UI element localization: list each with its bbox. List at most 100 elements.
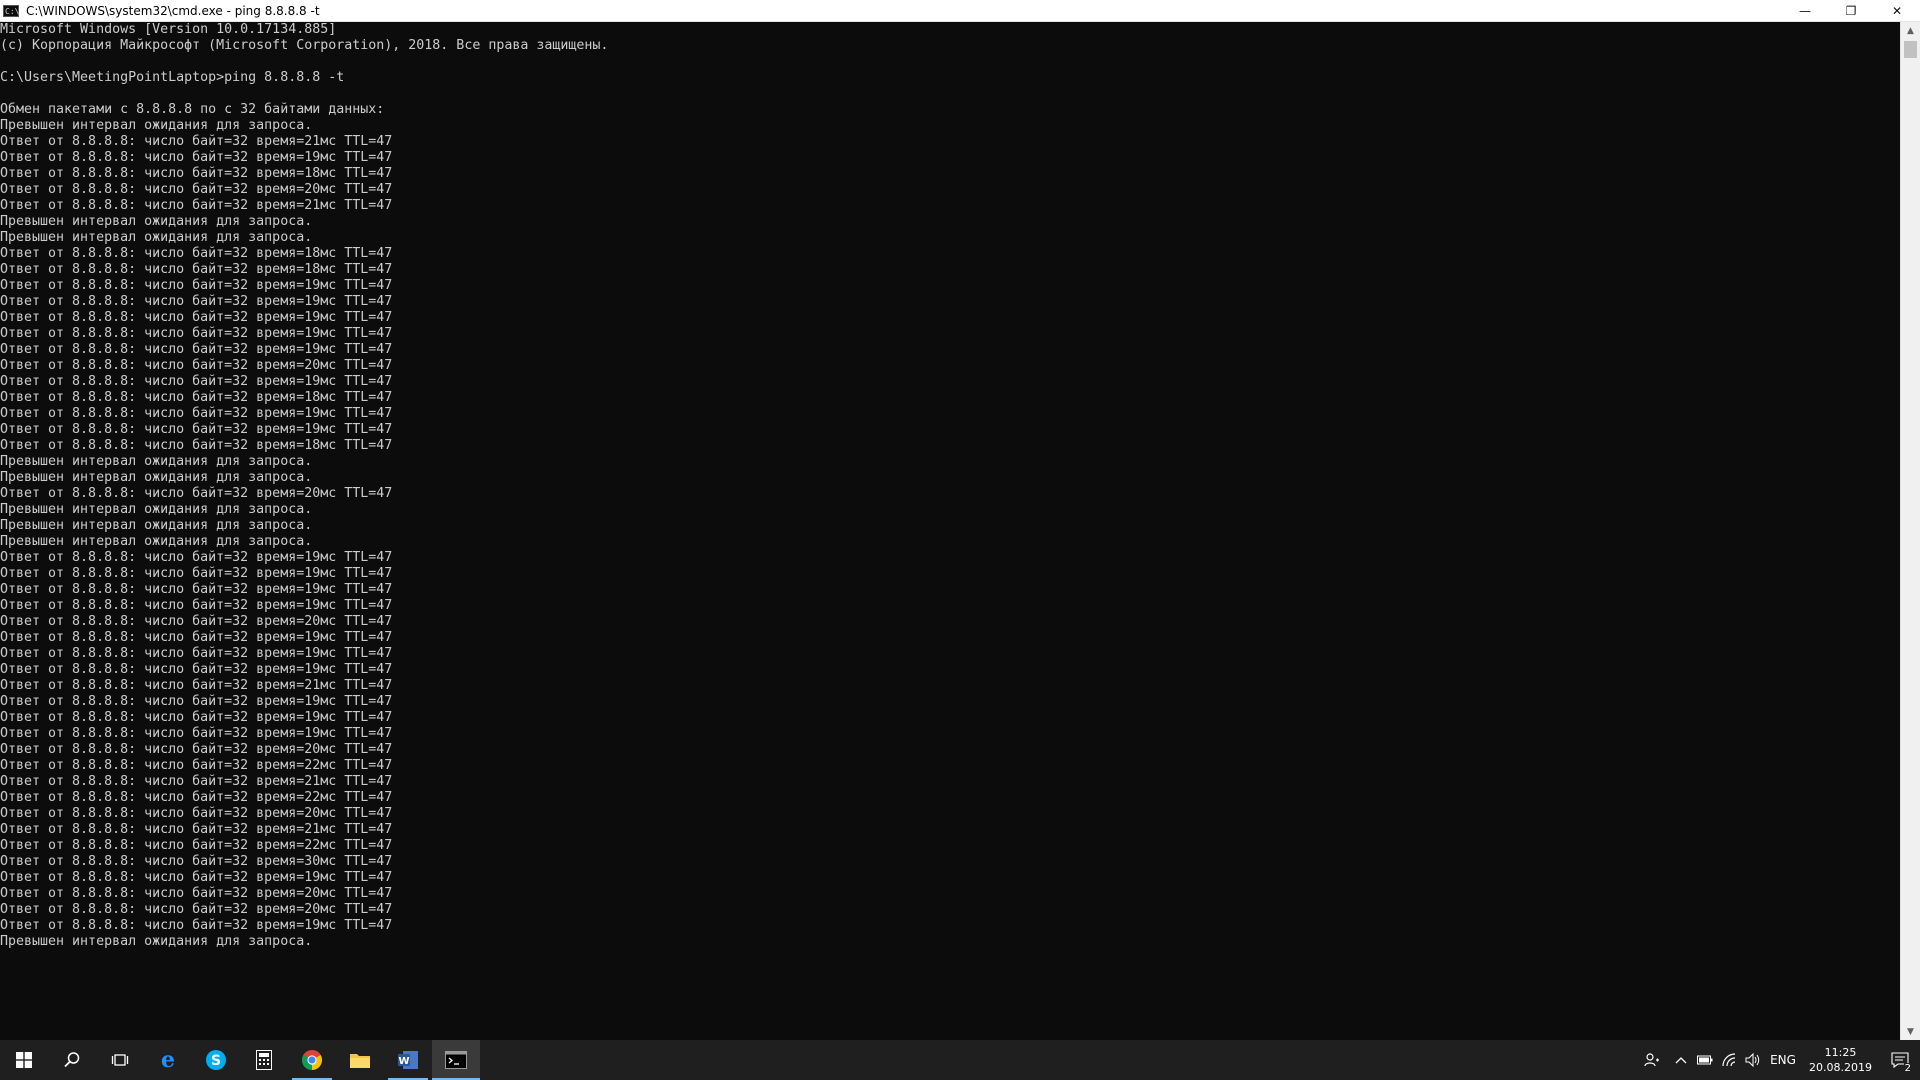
console-line: Превышен интервал ожидания для запроса. [0,230,313,245]
svg-text:e: e [161,1049,175,1071]
console-line: Ответ от 8.8.8.8: число байт=32 время=18… [0,166,393,181]
cmd-icon [445,1051,467,1069]
console-line: Ответ от 8.8.8.8: число байт=32 время=20… [0,614,393,629]
clock[interactable]: 11:25 20.08.2019 [1801,1040,1880,1080]
console-line: Ответ от 8.8.8.8: число байт=32 время=19… [0,870,393,885]
console-line: Ответ от 8.8.8.8: число байт=32 время=19… [0,374,393,389]
volume-button[interactable] [1741,1040,1765,1080]
edge-icon: e [161,1049,175,1071]
console-line: Ответ от 8.8.8.8: число байт=32 время=19… [0,422,393,437]
skype-button[interactable]: S [192,1040,240,1080]
vertical-scrollbar[interactable]: ▲ ▼ [1900,22,1920,1040]
search-icon [64,1052,80,1068]
notification-count-badge: 2 [1903,1063,1912,1074]
console-line: Ответ от 8.8.8.8: число байт=32 время=19… [0,630,393,645]
console-line: Ответ от 8.8.8.8: число байт=32 время=21… [0,678,393,693]
file-explorer-button[interactable] [336,1040,384,1080]
console-line: (c) Корпорация Майкрософт (Microsoft Cor… [0,38,609,53]
console-line: Ответ от 8.8.8.8: число байт=32 время=19… [0,294,393,309]
language-indicator[interactable]: ENG [1765,1040,1801,1080]
console-line: Обмен пакетами с 8.8.8.8 по с 32 байтами… [0,102,385,117]
console-line: Ответ от 8.8.8.8: число байт=32 время=19… [0,726,393,741]
console-line: Ответ от 8.8.8.8: число байт=32 время=21… [0,822,393,837]
scroll-up-arrow-icon[interactable]: ▲ [1901,22,1920,39]
console-line: Ответ от 8.8.8.8: число байт=32 время=19… [0,918,393,933]
word-button[interactable]: W [384,1040,432,1080]
console-line: Превышен интервал ожидания для запроса. [0,454,313,469]
maximize-button[interactable]: ❐ [1828,0,1874,22]
console-line: Ответ от 8.8.8.8: число байт=32 время=19… [0,582,393,597]
calculator-icon [256,1050,272,1070]
console-line: Ответ от 8.8.8.8: число байт=32 время=19… [0,342,393,357]
console-line: Ответ от 8.8.8.8: число байт=32 время=19… [0,310,393,325]
console-line: Ответ от 8.8.8.8: число байт=32 время=19… [0,710,393,725]
console-line: Ответ от 8.8.8.8: число байт=32 время=30… [0,854,393,869]
close-button[interactable]: ✕ [1874,0,1920,22]
console-line: Ответ от 8.8.8.8: число байт=32 время=20… [0,358,393,373]
network-button[interactable] [1717,1040,1741,1080]
chrome-icon [302,1050,322,1070]
skype-icon: S [206,1050,226,1070]
console-line: Превышен интервал ожидания для запроса. [0,118,313,133]
cmd-button[interactable] [432,1040,480,1080]
console-line: Ответ от 8.8.8.8: число байт=32 время=22… [0,790,393,805]
calculator-button[interactable] [240,1040,288,1080]
console-line: Ответ от 8.8.8.8: число байт=32 время=18… [0,246,393,261]
console-line: Microsoft Windows [Version 10.0.17134.88… [0,22,337,37]
console-line: Ответ от 8.8.8.8: число байт=32 время=19… [0,598,393,613]
console-line: Ответ от 8.8.8.8: число байт=32 время=20… [0,742,393,757]
cmd-app-icon[interactable]: C:\ [3,4,19,17]
task-view-icon [111,1054,129,1066]
search-button[interactable] [48,1040,96,1080]
windows-logo-icon [16,1052,32,1068]
console-line: Ответ от 8.8.8.8: число байт=32 время=20… [0,886,393,901]
console-line: Ответ от 8.8.8.8: число байт=32 время=19… [0,662,393,677]
word-icon: W [398,1051,418,1069]
console-line: Ответ от 8.8.8.8: число байт=32 время=20… [0,182,393,197]
scrollbar-thumb[interactable] [1904,41,1917,58]
console-line: Ответ от 8.8.8.8: число байт=32 время=21… [0,774,393,789]
console-line: Ответ от 8.8.8.8: число байт=32 время=22… [0,758,393,773]
edge-button[interactable]: e [144,1040,192,1080]
console-line: Ответ от 8.8.8.8: число байт=32 время=19… [0,406,393,421]
console-line: Ответ от 8.8.8.8: число байт=32 время=20… [0,806,393,821]
console-line: Превышен интервал ожидания для запроса. [0,470,313,485]
clock-time: 11:25 [1824,1046,1857,1059]
battery-button[interactable] [1693,1040,1717,1080]
show-hidden-icons-button[interactable] [1669,1040,1693,1080]
console-line: Ответ от 8.8.8.8: число байт=32 время=19… [0,694,393,709]
console-line: Ответ от 8.8.8.8: число байт=32 время=22… [0,838,393,853]
battery-icon [1697,1055,1713,1065]
console-line: Ответ от 8.8.8.8: число байт=32 время=18… [0,438,393,453]
scroll-down-arrow-icon[interactable]: ▼ [1901,1023,1920,1040]
people-button[interactable] [1635,1040,1669,1080]
console-line: C:\Users\MeetingPointLaptop>ping 8.8.8.8… [0,70,345,85]
console-line: Ответ от 8.8.8.8: число байт=32 время=19… [0,150,393,165]
console-line: Ответ от 8.8.8.8: число байт=32 время=21… [0,134,393,149]
console-line: Превышен интервал ожидания для запроса. [0,502,313,517]
console-line: Ответ от 8.8.8.8: число байт=32 время=19… [0,278,393,293]
console-line: Ответ от 8.8.8.8: число байт=32 время=18… [0,262,393,277]
console-line: Ответ от 8.8.8.8: число байт=32 время=19… [0,646,393,661]
speaker-icon [1745,1053,1760,1067]
task-view-button[interactable] [96,1040,144,1080]
minimize-button[interactable]: — [1782,0,1828,22]
console-line: Ответ от 8.8.8.8: число байт=32 время=19… [0,566,393,581]
system-tray: ENG 11:25 20.08.2019 2 [1635,1040,1920,1080]
console-line: Превышен интервал ожидания для запроса. [0,534,313,549]
console-line: Превышен интервал ожидания для запроса. [0,214,313,229]
people-icon [1644,1053,1660,1067]
window-title-bar[interactable]: C:\ C:\WINDOWS\system32\cmd.exe - ping 8… [0,0,1920,22]
chrome-button[interactable] [288,1040,336,1080]
action-center-button[interactable]: 2 [1880,1040,1920,1080]
window-title: C:\WINDOWS\system32\cmd.exe - ping 8.8.8… [26,3,320,18]
taskbar: e S W ENG 11:25 20.08.2019 2 [0,1040,1920,1080]
console-line: Ответ от 8.8.8.8: число байт=32 время=21… [0,198,393,213]
console-output[interactable]: Microsoft Windows [Version 10.0.17134.88… [0,22,1900,1040]
clock-date: 20.08.2019 [1809,1061,1872,1074]
start-button[interactable] [0,1040,48,1080]
console-line: Ответ от 8.8.8.8: число байт=32 время=18… [0,390,393,405]
folder-icon [350,1054,370,1068]
console-line: Ответ от 8.8.8.8: число байт=32 время=20… [0,486,393,501]
